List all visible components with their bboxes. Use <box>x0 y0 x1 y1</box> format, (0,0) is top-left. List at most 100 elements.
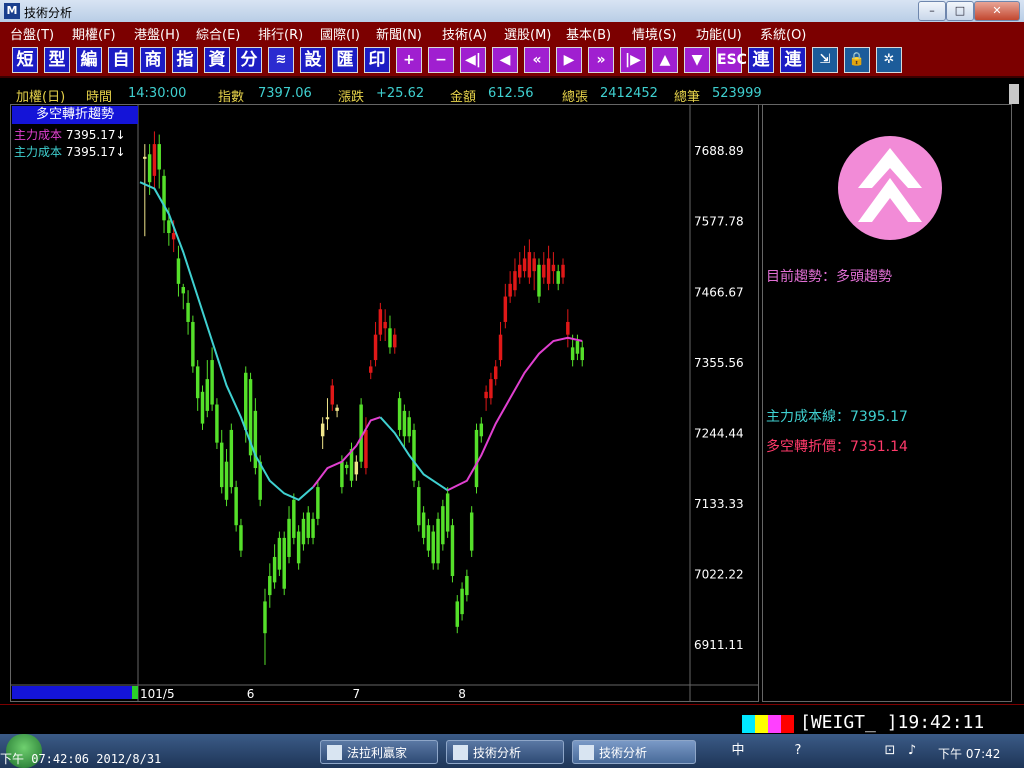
legend-label: 主力成本 <box>14 145 63 159</box>
nav-button-3[interactable]: ◀ <box>492 47 518 73</box>
help-icon[interactable]: ? <box>790 743 806 759</box>
status-color-blocks <box>742 715 796 733</box>
x-axis-scroll[interactable] <box>12 686 138 699</box>
menu-item-10[interactable]: 情境(S) <box>632 24 676 43</box>
nav-button-4[interactable]: « <box>524 47 550 73</box>
toolbar-button-1[interactable]: 型 <box>44 47 70 73</box>
nav-button-0[interactable]: + <box>396 47 422 73</box>
nav-button-1[interactable]: − <box>428 47 454 73</box>
tray-lang[interactable]: 中 <box>730 743 746 759</box>
candle-body <box>200 391 205 424</box>
candle-body <box>417 487 421 526</box>
indicator-title[interactable]: 多空轉折趨勢 <box>12 106 138 124</box>
toolbar-button-5[interactable]: 指 <box>172 47 198 73</box>
nav-button-2[interactable]: ◀| <box>460 47 486 73</box>
menu-item-4[interactable]: 排行(R) <box>258 24 303 43</box>
candle-body <box>503 296 508 322</box>
nav-button-7[interactable]: |▶ <box>620 47 646 73</box>
candle-body <box>292 499 296 538</box>
turn-price-value: 多空轉折價：7351.14 <box>766 439 908 455</box>
menu-item-2[interactable]: 港盤(H) <box>134 24 180 43</box>
menu-item-5[interactable]: 國際(I) <box>320 24 360 43</box>
lock-icon[interactable]: 🔒 <box>844 47 870 73</box>
candlestick-chart[interactable]: 7688.89 7577.78 7466.67 7355.56 7244.44 7133.… <box>10 104 759 702</box>
task-label: 技術分析 <box>473 746 522 760</box>
network-icon[interactable]: ⊡ <box>882 743 898 759</box>
chart-icon[interactable]: ≋ <box>268 47 294 73</box>
info-scrollbar[interactable] <box>1009 84 1019 104</box>
taskbar-item-ferrari[interactable]: 法拉利贏家 <box>320 740 438 764</box>
menu-item-6[interactable]: 新聞(N) <box>376 24 422 43</box>
task-label: 法拉利贏家 <box>347 746 408 760</box>
minimize-button[interactable]: – <box>918 1 946 21</box>
maximize-button[interactable]: □ <box>946 1 974 21</box>
toolbar-button-3[interactable]: 自 <box>108 47 134 73</box>
candle-body <box>436 518 440 564</box>
scroll-thumb[interactable] <box>132 686 138 699</box>
candle-body <box>364 429 368 469</box>
candle-body <box>431 531 435 564</box>
candle-body <box>335 407 339 411</box>
candle-body <box>407 417 411 437</box>
link-button-0[interactable]: 連 <box>748 47 774 73</box>
tray-clock[interactable]: 下午 07:42 <box>938 745 1000 762</box>
menu-item-8[interactable]: 選股(M) <box>504 24 551 43</box>
menu-item-7[interactable]: 技術(A) <box>442 24 487 43</box>
menu-item-9[interactable]: 基本(B) <box>566 24 611 43</box>
escape-button[interactable]: ESC <box>716 47 747 73</box>
nav-button-8[interactable]: ▲ <box>652 47 678 73</box>
candle-body <box>340 461 344 488</box>
menu-item-3[interactable]: 綜合(E) <box>196 24 240 43</box>
candle-body <box>229 429 234 488</box>
taskbar-item-tech-2[interactable]: 技術分析 <box>572 740 696 764</box>
toolbar-button-6[interactable]: 資 <box>204 47 230 73</box>
fan-icon[interactable]: ✲ <box>876 47 902 73</box>
candle-body <box>191 321 195 367</box>
candle-body <box>181 287 185 294</box>
toolbar-button-7[interactable]: 分 <box>236 47 262 73</box>
taskbar-item-tech-1[interactable]: 技術分析 <box>446 740 564 764</box>
y-tick-label: 7244.44 <box>694 426 744 440</box>
volume-icon[interactable]: ♪ <box>904 743 920 759</box>
toolbar-button-b1[interactable]: 匯 <box>332 47 358 73</box>
candle-body <box>522 258 527 272</box>
nav-button-5[interactable]: ▶ <box>556 47 582 73</box>
menu-item-12[interactable]: 系統(O) <box>760 24 806 43</box>
candle-body <box>152 144 157 176</box>
current-trend: 目前趨勢：多頭趨勢 <box>766 269 892 285</box>
candle-body <box>195 366 200 399</box>
candle-body <box>426 525 431 551</box>
candle-body <box>167 220 171 234</box>
candle-body <box>383 321 387 329</box>
toolbar-button-4[interactable]: 商 <box>140 47 166 73</box>
candle-body <box>272 556 277 583</box>
menu-item-1[interactable]: 期權(F) <box>72 24 116 43</box>
change-label: 漲跌 <box>338 90 365 105</box>
menu-item-11[interactable]: 功能(U) <box>696 24 742 43</box>
candle-body <box>239 525 243 551</box>
nav-button-9[interactable]: ▼ <box>684 47 710 73</box>
candle-body <box>268 576 272 596</box>
legend-row-cost: 主力成本 7395.17↓ <box>14 143 126 160</box>
candle-body <box>147 154 152 183</box>
candle-body <box>450 525 455 577</box>
link-button-1[interactable]: 連 <box>780 47 806 73</box>
volume-label: 總張 <box>562 90 589 105</box>
toolbar-button-b2[interactable]: 印 <box>364 47 390 73</box>
legend-label: 主力成本 <box>14 128 63 142</box>
toolbar-button-0[interactable]: 短 <box>12 47 38 73</box>
candle-body <box>455 601 459 627</box>
candle-body <box>575 341 580 354</box>
nav-button-6[interactable]: » <box>588 47 614 73</box>
menu-item-0[interactable]: 台盤(T) <box>10 24 54 43</box>
quote-info-bar: 加權(日) 時間 14:30:00 指數 7397.06 漲跌 +25.62 金… <box>10 84 1010 105</box>
toolbar-button-b0[interactable]: 設 <box>300 47 326 73</box>
candle-body <box>171 233 176 240</box>
exit-icon[interactable]: ⇲ <box>812 47 838 73</box>
candle-body <box>354 461 359 475</box>
up-trend-arrow-icon <box>838 136 942 240</box>
toolbar-button-2[interactable]: 編 <box>76 47 102 73</box>
candle-body <box>277 537 282 570</box>
close-button[interactable]: ✕ <box>974 1 1020 21</box>
candle-body <box>421 512 426 538</box>
